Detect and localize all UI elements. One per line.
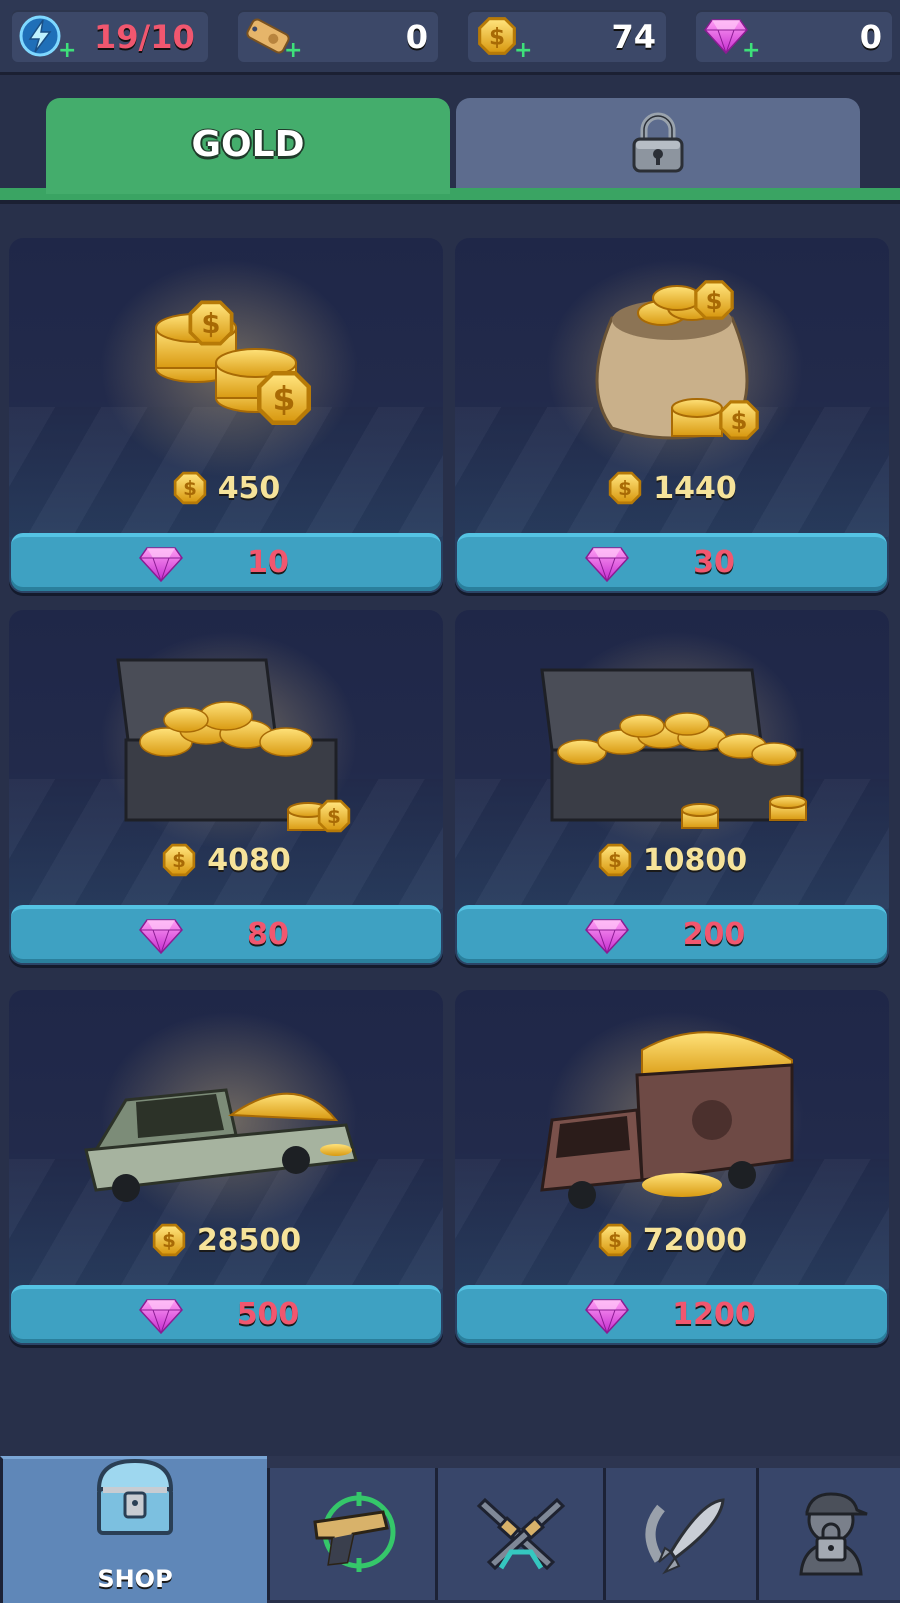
tab-gold-label: GOLD xyxy=(191,124,305,165)
gold-amount-value: 1440 xyxy=(653,470,737,506)
gem-icon xyxy=(139,1298,183,1334)
bottom-nav: SHOP xyxy=(0,1456,900,1603)
gold-coin-icon xyxy=(161,842,197,878)
offer-card[interactable]: 1440 30 xyxy=(455,238,889,593)
gold-amount: 28500 xyxy=(9,1222,443,1262)
ticket-value: 0 xyxy=(405,18,428,56)
gem-icon xyxy=(585,918,629,954)
ticket-plus-icon[interactable]: + xyxy=(284,40,302,62)
gold-counter[interactable]: + 74 xyxy=(468,10,666,62)
tab-locked[interactable] xyxy=(456,98,860,188)
gem-counter[interactable]: + 0 xyxy=(696,10,892,62)
dump-truck-gold-icon xyxy=(540,1031,794,1209)
rocket-wrench-icon xyxy=(645,1498,725,1575)
nav-equipment[interactable] xyxy=(603,1468,756,1600)
gold-coin-icon xyxy=(597,1222,633,1258)
crossed-rifles-icon xyxy=(476,1497,565,1571)
gem-value: 0 xyxy=(859,18,882,56)
gold-coin-icon xyxy=(151,1222,187,1258)
gold-value: 74 xyxy=(611,18,656,56)
gold-coin-icon xyxy=(172,470,208,506)
pistol-target-icon xyxy=(312,1492,395,1572)
nav-shop-label: SHOP xyxy=(97,1565,173,1593)
gem-plus-icon[interactable]: + xyxy=(742,40,760,62)
buy-button[interactable]: 80 xyxy=(11,905,441,963)
coin-sack-icon xyxy=(595,280,759,440)
price-value: 200 xyxy=(682,917,746,952)
price-value: 1200 xyxy=(672,1297,756,1332)
price-value: 10 xyxy=(247,545,289,580)
nav-character[interactable] xyxy=(756,1468,900,1600)
gem-icon xyxy=(139,546,183,582)
offer-card[interactable]: 72000 1200 xyxy=(455,990,889,1345)
gem-icon xyxy=(585,1298,629,1334)
offer-card[interactable]: 4080 80 xyxy=(9,610,443,965)
coin-stacks-icon xyxy=(155,300,311,425)
gold-amount: 10800 xyxy=(455,842,889,882)
tab-gold[interactable]: GOLD xyxy=(46,98,450,194)
gold-coin-icon xyxy=(597,842,633,878)
gold-amount-value: 28500 xyxy=(196,1222,302,1258)
price-value: 80 xyxy=(247,917,289,952)
gold-amount-value: 4080 xyxy=(207,842,291,878)
resource-bar: + 19/10 + 0 + 74 + 0 xyxy=(0,0,900,75)
buy-button[interactable]: 10 xyxy=(11,533,441,591)
offer-card[interactable]: 10800 200 xyxy=(455,610,889,965)
buy-button[interactable]: 500 xyxy=(11,1285,441,1343)
price-value: 30 xyxy=(693,545,735,580)
chest-icon xyxy=(96,1458,174,1535)
gem-icon xyxy=(585,546,629,582)
gold-plus-icon[interactable]: + xyxy=(514,40,532,62)
buy-button[interactable]: 30 xyxy=(457,533,887,591)
buy-button[interactable]: 1200 xyxy=(457,1285,887,1343)
ticket-counter[interactable]: + 0 xyxy=(238,10,438,62)
gold-amount: 72000 xyxy=(455,1222,889,1262)
gold-amount-value: 450 xyxy=(217,470,281,506)
gold-amount-value: 10800 xyxy=(642,842,748,878)
energy-value: 19/10 xyxy=(94,18,195,56)
gem-icon xyxy=(139,918,183,954)
offer-card[interactable]: 450 10 xyxy=(9,238,443,593)
coin-chest-large-icon xyxy=(540,668,807,829)
gold-amount: 4080 xyxy=(9,842,443,882)
lock-icon xyxy=(632,112,684,173)
gold-amount: 450 xyxy=(9,470,443,510)
buy-button[interactable]: 200 xyxy=(457,905,887,963)
energy-plus-icon[interactable]: + xyxy=(58,40,76,62)
energy-counter[interactable]: + 19/10 xyxy=(12,10,208,62)
coin-chest-small-icon xyxy=(116,658,351,833)
gold-amount: 1440 xyxy=(455,470,889,510)
gold-coin-icon xyxy=(607,470,643,506)
locked-character-icon xyxy=(799,1492,868,1576)
gold-amount-value: 72000 xyxy=(642,1222,748,1258)
nav-loadout[interactable] xyxy=(435,1468,603,1600)
price-value: 500 xyxy=(236,1297,300,1332)
offer-card[interactable]: 28500 500 xyxy=(9,990,443,1345)
nav-shop[interactable]: SHOP xyxy=(0,1456,267,1603)
pickup-truck-gold-icon xyxy=(84,1088,358,1202)
nav-weapons[interactable] xyxy=(267,1468,435,1600)
